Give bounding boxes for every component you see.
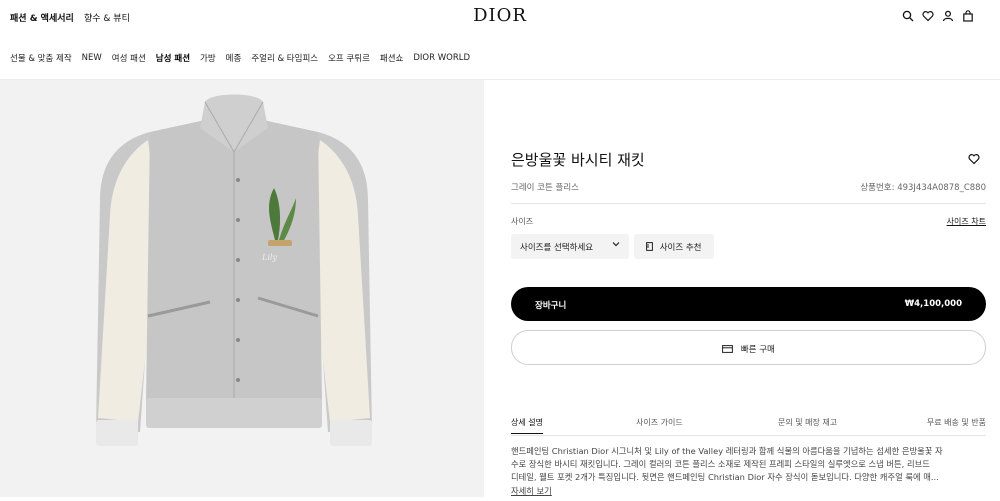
nav-item-fashion-show[interactable]: 패션쇼 xyxy=(380,52,403,64)
ruler-icon xyxy=(646,242,653,251)
wishlist-heart-icon[interactable] xyxy=(968,153,980,165)
add-to-cart-button[interactable]: 장바구니 ₩4,100,000 xyxy=(511,287,986,321)
product-title: 은방울꽃 바시티 재킷 xyxy=(511,151,645,169)
description-line: 수로 장식한 바시티 재킷입니다. 그레이 컬러의 코튼 플리스 소재로 제작된… xyxy=(511,459,930,469)
tab-size-guide[interactable]: 사이즈 가이드 xyxy=(636,417,683,428)
tab-description[interactable]: 상세 설명 xyxy=(511,417,543,434)
cart-label: 장바구니 xyxy=(535,301,567,311)
nav-item-haute-couture[interactable]: 오프 쿠튀르 xyxy=(328,52,370,64)
search-icon[interactable] xyxy=(902,10,914,22)
svg-text:Lily: Lily xyxy=(261,253,277,262)
price: ₩4,100,000 xyxy=(904,299,962,309)
nav-item-men[interactable]: 남성 패션 xyxy=(156,52,190,64)
description-line: 핸드페인팅 Christian Dior 시그니처 및 Lily of the … xyxy=(511,446,943,456)
product-subtitle: 그레이 코튼 플리스 xyxy=(511,183,579,193)
header-icons xyxy=(902,10,974,22)
bag-icon[interactable] xyxy=(962,10,974,22)
nav-item-bags[interactable]: 가방 xyxy=(200,52,216,64)
nav-item-jewelry[interactable]: 주얼리 & 타임피스 xyxy=(251,52,318,64)
product-tabs: 상세 설명 사이즈 가이드 문의 및 매장 재고 무료 배송 및 반품 xyxy=(511,412,986,436)
buy-now-label: 빠른 구매 xyxy=(740,345,775,355)
card-icon xyxy=(722,345,734,353)
dior-logo[interactable]: DIOR xyxy=(0,5,1000,26)
nav-item-new[interactable]: NEW xyxy=(82,53,102,63)
buy-now-button[interactable]: 빠른 구매 xyxy=(511,330,986,365)
account-icon[interactable] xyxy=(942,10,954,22)
size-label: 사이즈 xyxy=(511,217,534,226)
tab-shipping-returns[interactable]: 무료 배송 및 반품 xyxy=(927,417,986,428)
top-header: 패션 & 액세서리 향수 & 뷰티 DIOR xyxy=(0,0,1000,36)
nav-item-maison[interactable]: 메종 xyxy=(226,52,242,64)
nav-item-women[interactable]: 여성 패션 xyxy=(112,52,146,64)
heart-icon[interactable] xyxy=(922,10,934,22)
size-chart-link[interactable]: 사이즈 차트 xyxy=(947,216,986,227)
main-nav: 선물 & 맞춤 제작 NEW 여성 패션 남성 패션 가방 메종 주얼리 & 타… xyxy=(0,36,1000,80)
product-description: 핸드페인팅 Christian Dior 시그니처 및 Lily of the … xyxy=(511,445,986,484)
description-line: 디테일, 웰트 포켓 2개가 특징입니다. 뒷면은 핸드페인팅 Christia… xyxy=(511,472,939,482)
nav-item-gifts[interactable]: 선물 & 맞춤 제작 xyxy=(10,52,72,64)
product-image[interactable]: Lily xyxy=(0,80,484,497)
read-more-link[interactable]: 자세히 보기 xyxy=(511,485,552,497)
product-sku: 상품번호: 493J434A0878_C880 xyxy=(860,183,986,193)
size-recommendation-label: 사이즈 추천 xyxy=(659,243,702,253)
size-recommendation-button[interactable]: 사이즈 추천 xyxy=(634,234,714,259)
tab-inquiry-stock[interactable]: 문의 및 매장 재고 xyxy=(778,417,837,428)
product-info-panel: 은방울꽃 바시티 재킷 그레이 코튼 플리스 상품번호: 493J434A087… xyxy=(484,80,1000,497)
chevron-down-icon xyxy=(612,242,620,247)
size-select-label: 사이즈를 선택하세요 xyxy=(520,243,594,253)
nav-item-dior-world[interactable]: DIOR WORLD xyxy=(413,53,470,63)
size-select-dropdown[interactable]: 사이즈를 선택하세요 xyxy=(511,234,629,259)
jacket-illustration: Lily xyxy=(96,94,372,446)
divider xyxy=(511,203,986,204)
